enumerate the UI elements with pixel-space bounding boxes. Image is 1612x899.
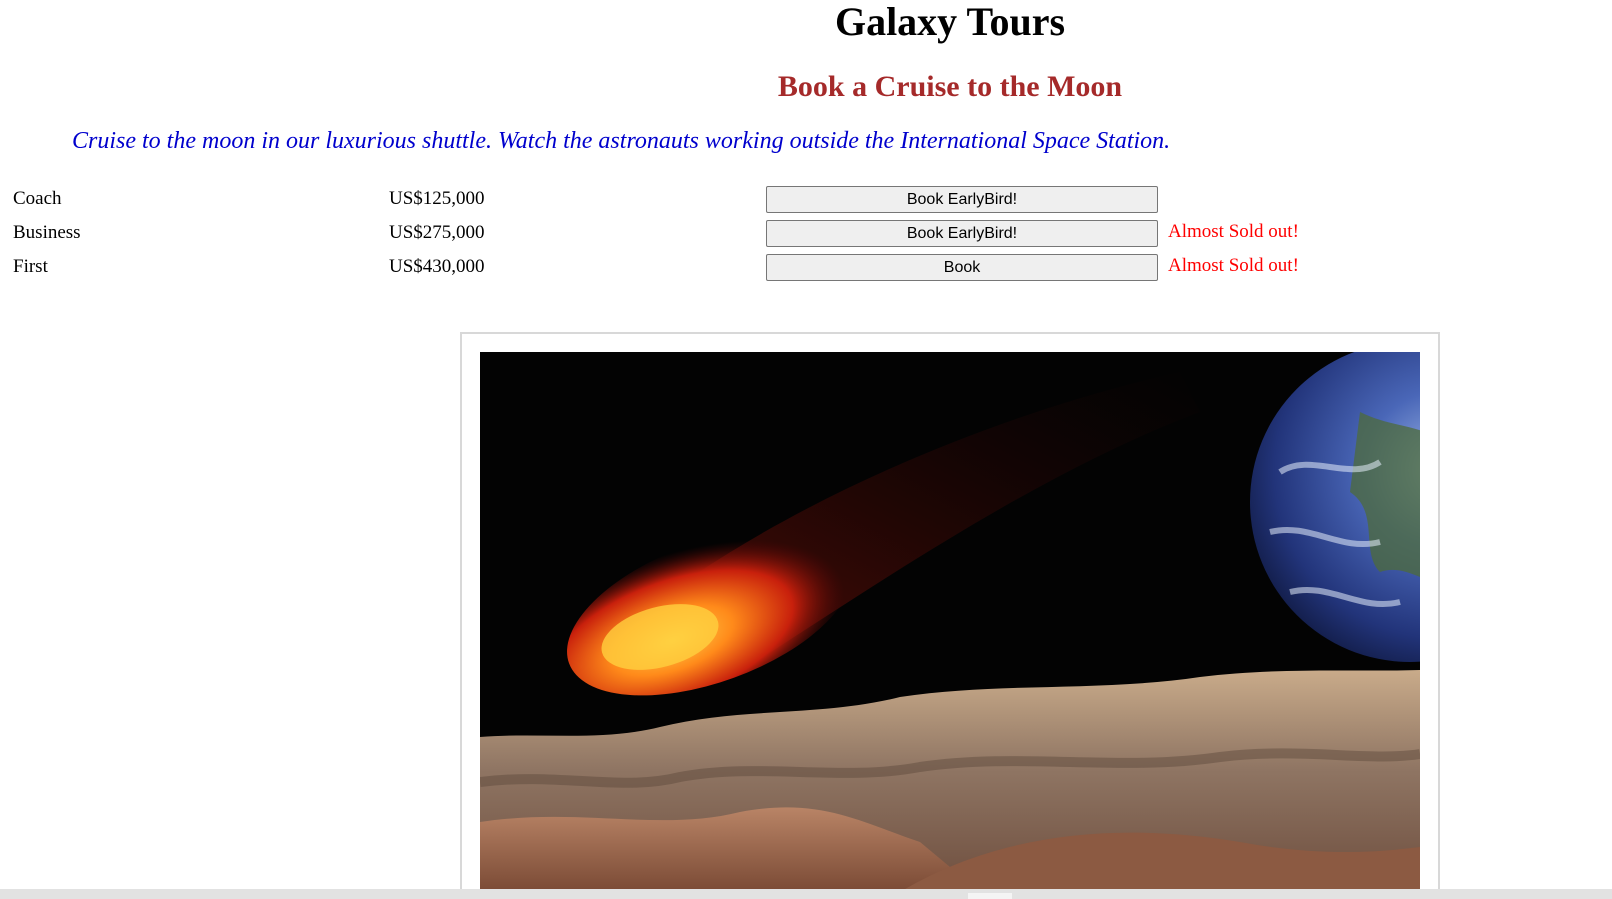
site-title: Galaxy Tours bbox=[834, 0, 1066, 44]
fare-table: Coach US$125,000 Book EarlyBird! Busines… bbox=[0, 184, 1400, 286]
tagline: Cruise to the moon in our luxurious shut… bbox=[72, 128, 1171, 154]
book-business-button[interactable]: Book EarlyBird! bbox=[766, 220, 1158, 247]
fare-class-label: First bbox=[13, 256, 48, 277]
fare-class-label: Business bbox=[13, 222, 81, 243]
fare-status: Almost Sold out! bbox=[1168, 221, 1299, 242]
fare-row-coach: Coach US$125,000 Book EarlyBird! bbox=[0, 184, 1400, 218]
page-subtitle: Book a Cruise to the Moon bbox=[777, 70, 1123, 103]
fare-price: US$275,000 bbox=[389, 222, 485, 243]
fare-class-label: Coach bbox=[13, 188, 62, 209]
scrollbar-thumb[interactable] bbox=[968, 893, 1012, 899]
book-coach-button[interactable]: Book EarlyBird! bbox=[766, 186, 1158, 213]
moon-earth-comet-image bbox=[480, 352, 1420, 892]
book-first-button[interactable]: Book bbox=[766, 254, 1158, 281]
fare-row-business: Business US$275,000 Book EarlyBird! Almo… bbox=[0, 218, 1400, 252]
page: Galaxy Tours Book a Cruise to the Moon C… bbox=[0, 0, 1612, 899]
fare-row-first: First US$430,000 Book Almost Sold out! bbox=[0, 252, 1400, 286]
fare-status: Almost Sold out! bbox=[1168, 255, 1299, 276]
hero-illustration bbox=[480, 352, 1420, 892]
fare-price: US$430,000 bbox=[389, 256, 485, 277]
fare-price: US$125,000 bbox=[389, 188, 485, 209]
horizontal-scrollbar[interactable] bbox=[0, 889, 1612, 899]
